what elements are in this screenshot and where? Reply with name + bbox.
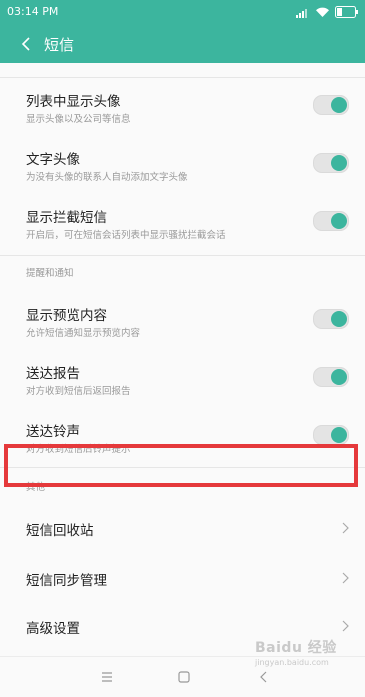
toggle-knob bbox=[331, 369, 347, 385]
toggle-knob bbox=[331, 427, 347, 443]
toggle-switch[interactable] bbox=[313, 95, 349, 115]
chevron-right-icon bbox=[342, 572, 349, 584]
setting-title: 文字头像 bbox=[26, 152, 80, 168]
setting-title: 送达铃声 bbox=[26, 424, 80, 440]
setting-show-avatar[interactable]: 列表中显示头像 显示头像以及公司等信息 bbox=[0, 83, 365, 137]
setting-title: 显示拦截短信 bbox=[26, 210, 107, 226]
toggle-knob bbox=[331, 155, 347, 171]
chevron-right-icon bbox=[342, 620, 349, 632]
watermark: Baidu 经验 jingyan.baidu.com bbox=[255, 637, 360, 677]
setting-title: 短信同步管理 bbox=[26, 573, 107, 589]
wifi-icon bbox=[316, 7, 329, 17]
divider bbox=[0, 77, 365, 78]
setting-show-preview[interactable]: 显示预览内容 允许短信通知显示预览内容 bbox=[0, 297, 365, 351]
setting-title: 列表中显示头像 bbox=[26, 94, 121, 110]
setting-title: 短信回收站 bbox=[26, 523, 94, 539]
toggle-switch[interactable] bbox=[313, 211, 349, 231]
app-bar: 短信 bbox=[0, 25, 365, 63]
setting-text-avatar[interactable]: 文字头像 为没有头像的联系人自动添加文字头像 bbox=[0, 141, 365, 195]
setting-title: 送达报告 bbox=[26, 366, 80, 382]
home-icon[interactable] bbox=[176, 669, 192, 685]
toggle-knob bbox=[331, 311, 347, 327]
chevron-right-icon bbox=[342, 522, 349, 534]
status-time: 03:14 PM bbox=[7, 5, 59, 18]
section-header-notify: 提醒和通知 bbox=[26, 268, 74, 279]
toggle-switch[interactable] bbox=[313, 309, 349, 329]
page-title: 短信 bbox=[44, 36, 75, 54]
setting-delivery-report[interactable]: 送达报告 对方收到短信后返回报告 bbox=[0, 355, 365, 409]
highlight-box bbox=[4, 444, 358, 487]
setting-sms-recycle-bin[interactable]: 短信回收站 bbox=[0, 505, 365, 551]
watermark-subtext: jingyan.baidu.com bbox=[255, 658, 329, 667]
toggle-knob bbox=[331, 213, 347, 229]
toggle-switch[interactable] bbox=[313, 153, 349, 173]
menu-icon[interactable] bbox=[99, 669, 115, 685]
setting-sms-sync[interactable]: 短信同步管理 bbox=[0, 555, 365, 601]
setting-title: 显示预览内容 bbox=[26, 308, 107, 324]
setting-subtitle: 为没有头像的联系人自动添加文字头像 bbox=[26, 172, 188, 183]
status-icons bbox=[296, 6, 359, 18]
divider bbox=[0, 255, 365, 256]
battery-icon bbox=[335, 6, 358, 18]
back-arrow-icon[interactable] bbox=[17, 34, 37, 54]
setting-subtitle: 允许短信通知显示预览内容 bbox=[26, 328, 141, 339]
setting-subtitle: 显示头像以及公司等信息 bbox=[26, 114, 131, 125]
toggle-switch[interactable] bbox=[313, 367, 349, 387]
setting-show-blocked[interactable]: 显示拦截短信 开启后，可在短信会话列表中显示骚扰拦截会话 bbox=[0, 199, 365, 253]
toggle-switch[interactable] bbox=[313, 425, 349, 445]
toggle-knob bbox=[331, 97, 347, 113]
setting-title: 高级设置 bbox=[26, 621, 80, 637]
setting-subtitle: 开启后，可在短信会话列表中显示骚扰拦截会话 bbox=[26, 230, 226, 241]
setting-subtitle: 对方收到短信后返回报告 bbox=[26, 386, 131, 397]
watermark-text: Baidu 经验 bbox=[255, 640, 337, 656]
status-bar: 03:14 PM bbox=[0, 0, 365, 25]
signal-icon bbox=[296, 8, 307, 18]
settings-list[interactable]: 列表中显示头像 显示头像以及公司等信息 文字头像 为没有头像的联系人自动添加文字… bbox=[0, 63, 365, 656]
